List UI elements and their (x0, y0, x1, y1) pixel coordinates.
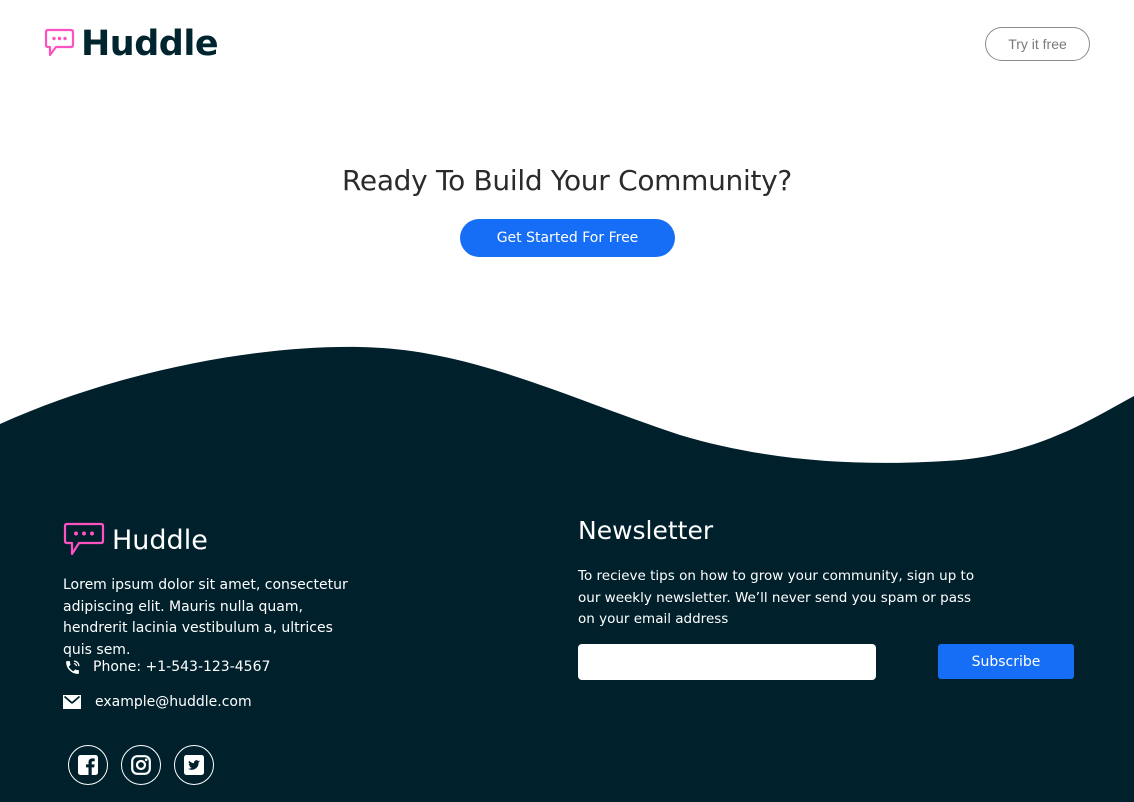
phone-text: Phone: +1-543-123-4567 (93, 659, 271, 675)
instagram-link[interactable] (121, 745, 161, 785)
contact-email: example@huddle.com (63, 693, 252, 711)
chat-bubble-icon (63, 522, 105, 556)
footer-logo-text: Huddle (112, 524, 208, 556)
get-started-button[interactable]: Get Started For Free (460, 219, 675, 257)
instagram-icon (131, 755, 151, 775)
footer-description: Lorem ipsum dolor sit amet, consectetur … (63, 577, 348, 658)
facebook-icon (78, 755, 98, 775)
social-links (68, 745, 214, 785)
footer-wave (0, 346, 1134, 470)
email-text[interactable]: example@huddle.com (95, 694, 252, 710)
try-it-free-button[interactable]: Try it free (985, 27, 1090, 61)
chat-bubble-icon (44, 28, 75, 56)
logo-text: Huddle (81, 24, 219, 64)
cta-heading: Ready To Build Your Community? (342, 164, 792, 197)
subscribe-button[interactable]: Subscribe (938, 644, 1074, 679)
twitter-link[interactable] (174, 745, 214, 785)
twitter-icon (184, 755, 204, 775)
header-logo[interactable]: Huddle (44, 24, 219, 64)
mail-icon (63, 693, 81, 711)
newsletter-description: To recieve tips on how to grow your comm… (578, 568, 975, 627)
facebook-link[interactable] (68, 745, 108, 785)
newsletter-email-input[interactable] (578, 644, 876, 680)
phone-icon (63, 658, 81, 676)
contact-phone: Phone: +1-543-123-4567 (63, 658, 270, 676)
footer-logo: Huddle (62, 520, 208, 560)
newsletter-title: Newsletter (578, 516, 714, 545)
